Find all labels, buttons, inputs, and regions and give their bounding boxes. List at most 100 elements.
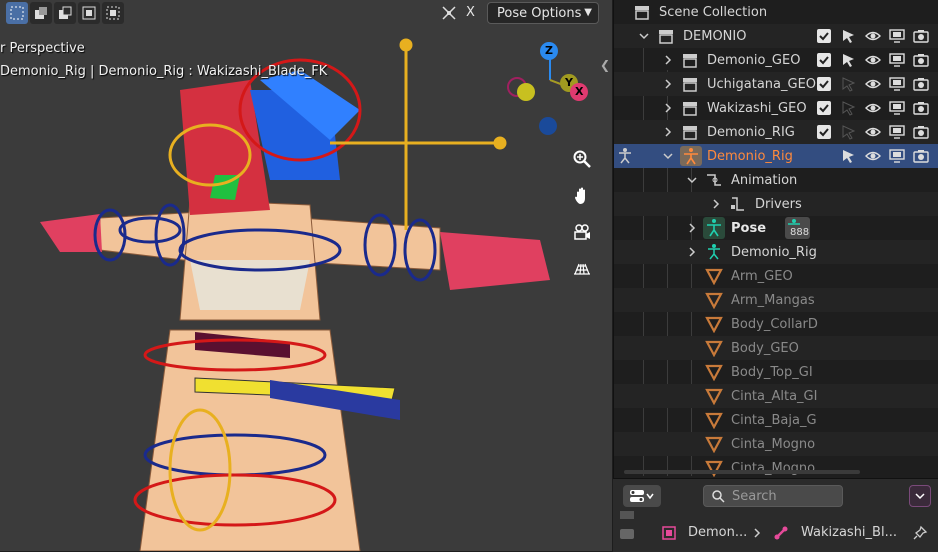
- outliner-row-label: Cinta_Alta_GI: [731, 388, 818, 404]
- outliner-row-modifier[interactable]: Body_GEO: [614, 336, 938, 360]
- outliner-row-label: Scene Collection: [659, 4, 768, 20]
- exclude-checkbox[interactable]: [816, 124, 832, 140]
- chevron-down-icon[interactable]: [638, 30, 650, 42]
- chevron-down-icon[interactable]: [686, 174, 698, 186]
- selectable-arrow-icon[interactable]: [840, 76, 856, 92]
- modifier-icon: [705, 268, 723, 285]
- filter-dropdown[interactable]: [909, 485, 931, 507]
- outliner-row-modifier[interactable]: Body_CollarD: [614, 312, 938, 336]
- exclude-checkbox[interactable]: [816, 100, 832, 116]
- chevron-right-icon[interactable]: [662, 126, 674, 138]
- outliner-row-label: Pose: [731, 220, 767, 236]
- outliner-row-pose[interactable]: Pose 888: [614, 216, 938, 240]
- outliner-row-modifier[interactable]: Body_Top_GI: [614, 360, 938, 384]
- exclude-checkbox[interactable]: [816, 28, 832, 44]
- select-extend-icon: [35, 7, 47, 19]
- outliner-row-modifier[interactable]: Arm_GEO: [614, 264, 938, 288]
- monitor-icon[interactable]: [889, 28, 905, 44]
- gizmo-z-label[interactable]: Z: [545, 44, 553, 57]
- breadcrumb-bone[interactable]: Wakizashi_Bl...: [801, 525, 897, 540]
- modifier-icon: [705, 388, 723, 405]
- chevron-right-icon[interactable]: [710, 198, 722, 210]
- monitor-icon[interactable]: [889, 52, 905, 68]
- eye-icon[interactable]: [865, 52, 881, 68]
- eye-icon[interactable]: [865, 124, 881, 140]
- chevron-right-icon[interactable]: [662, 102, 674, 114]
- selectable-arrow-icon[interactable]: [840, 100, 856, 116]
- chevron-right-icon[interactable]: [662, 54, 674, 66]
- select-extend-mode-button[interactable]: [30, 2, 52, 24]
- outliner-horizontal-scrollbar[interactable]: [624, 470, 860, 474]
- gizmo-x-label[interactable]: X: [575, 85, 583, 98]
- zoom-button[interactable]: [568, 145, 596, 173]
- outliner-row-modifier[interactable]: Cinta_Alta_GI: [614, 384, 938, 408]
- monitor-icon[interactable]: [889, 148, 905, 164]
- camera-icon[interactable]: [913, 28, 929, 44]
- chevron-right-icon[interactable]: [686, 246, 698, 258]
- exclude-checkbox[interactable]: [816, 76, 832, 92]
- camera-icon[interactable]: [913, 148, 929, 164]
- modifier-icon: [705, 412, 723, 429]
- chevron-down-icon: [915, 493, 925, 500]
- outliner-row-armature-data[interactable]: Demonio_Rig: [614, 240, 938, 264]
- eye-icon[interactable]: [865, 76, 881, 92]
- pin-icon[interactable]: [912, 525, 928, 541]
- outliner-row-label: Drivers: [755, 196, 802, 212]
- monitor-icon[interactable]: [889, 100, 905, 116]
- pose-mode-icon[interactable]: [616, 147, 634, 165]
- pose-icon: [703, 217, 725, 239]
- pose-options-label: Pose Options: [497, 5, 582, 21]
- selectable-arrow-icon[interactable]: [840, 52, 856, 68]
- pose-options-dropdown[interactable]: Pose Options ▼: [487, 2, 599, 24]
- monitor-icon[interactable]: [889, 76, 905, 92]
- pose-bones-badge[interactable]: 888: [785, 217, 810, 239]
- outliner-row-animation[interactable]: Animation: [614, 168, 938, 192]
- camera-icon[interactable]: [913, 124, 929, 140]
- outliner-row-scene-collection[interactable]: Scene Collection: [614, 0, 938, 24]
- outliner-row-drivers[interactable]: Drivers: [614, 192, 938, 216]
- x-mirror-icon[interactable]: [440, 4, 458, 22]
- x-mirror-toggle[interactable]: X: [466, 5, 475, 20]
- chevron-right-icon[interactable]: [686, 222, 698, 234]
- select-intersect-mode-button[interactable]: [102, 2, 124, 24]
- selection-mode-toolbar: [6, 2, 124, 24]
- chevron-right-icon[interactable]: [662, 78, 674, 90]
- camera-icon[interactable]: [913, 52, 929, 68]
- select-invert-mode-button[interactable]: [78, 2, 100, 24]
- select-intersect-icon: [106, 6, 120, 20]
- outliner-panel[interactable]: Scene Collection DEMONIO Demonio_GEO Uch…: [613, 0, 938, 478]
- camera-icon[interactable]: [913, 100, 929, 116]
- select-subtract-icon: [59, 6, 72, 19]
- modifier-icon: [705, 340, 723, 357]
- exclude-checkbox[interactable]: [816, 52, 832, 68]
- eye-icon[interactable]: [865, 148, 881, 164]
- eye-icon[interactable]: [865, 28, 881, 44]
- outliner-row-label: Animation: [731, 172, 798, 188]
- 3d-viewport[interactable]: Z X Y X Pose Options ▼ r Perspective Dem…: [0, 0, 612, 551]
- monitor-icon[interactable]: [889, 124, 905, 140]
- outliner-row-modifier[interactable]: Cinta_Mogno: [614, 432, 938, 456]
- search-input[interactable]: Search: [703, 485, 843, 507]
- chevron-down-icon[interactable]: [662, 150, 674, 162]
- camera-view-button[interactable]: [568, 218, 596, 246]
- select-subtract-mode-button[interactable]: [54, 2, 76, 24]
- scene-collection-icon: [635, 6, 649, 20]
- outliner-row-label: Arm_Mangas: [731, 292, 815, 308]
- selectable-arrow-icon[interactable]: [840, 28, 856, 44]
- gizmo-y-label[interactable]: Y: [565, 76, 573, 89]
- pan-button[interactable]: [568, 182, 596, 210]
- chevron-left-icon[interactable]: ❮: [600, 58, 610, 72]
- selectable-arrow-icon[interactable]: [840, 124, 856, 140]
- eye-icon[interactable]: [865, 100, 881, 116]
- outliner-row-modifier[interactable]: Arm_Mangas: [614, 288, 938, 312]
- breadcrumb-object[interactable]: Demon...: [688, 525, 747, 540]
- select-box-mode-button[interactable]: [6, 2, 28, 24]
- outliner-row-modifier[interactable]: Cinta_Mogno: [614, 456, 938, 478]
- outliner-row-modifier[interactable]: Cinta_Baja_G: [614, 408, 938, 432]
- camera-icon[interactable]: [913, 76, 929, 92]
- selectable-arrow-icon[interactable]: [840, 148, 856, 164]
- properties-tab-icon[interactable]: [619, 511, 635, 539]
- toggle-ortho-button[interactable]: [568, 254, 596, 282]
- armature-object-icon: [662, 526, 676, 540]
- display-mode-dropdown[interactable]: [623, 485, 661, 507]
